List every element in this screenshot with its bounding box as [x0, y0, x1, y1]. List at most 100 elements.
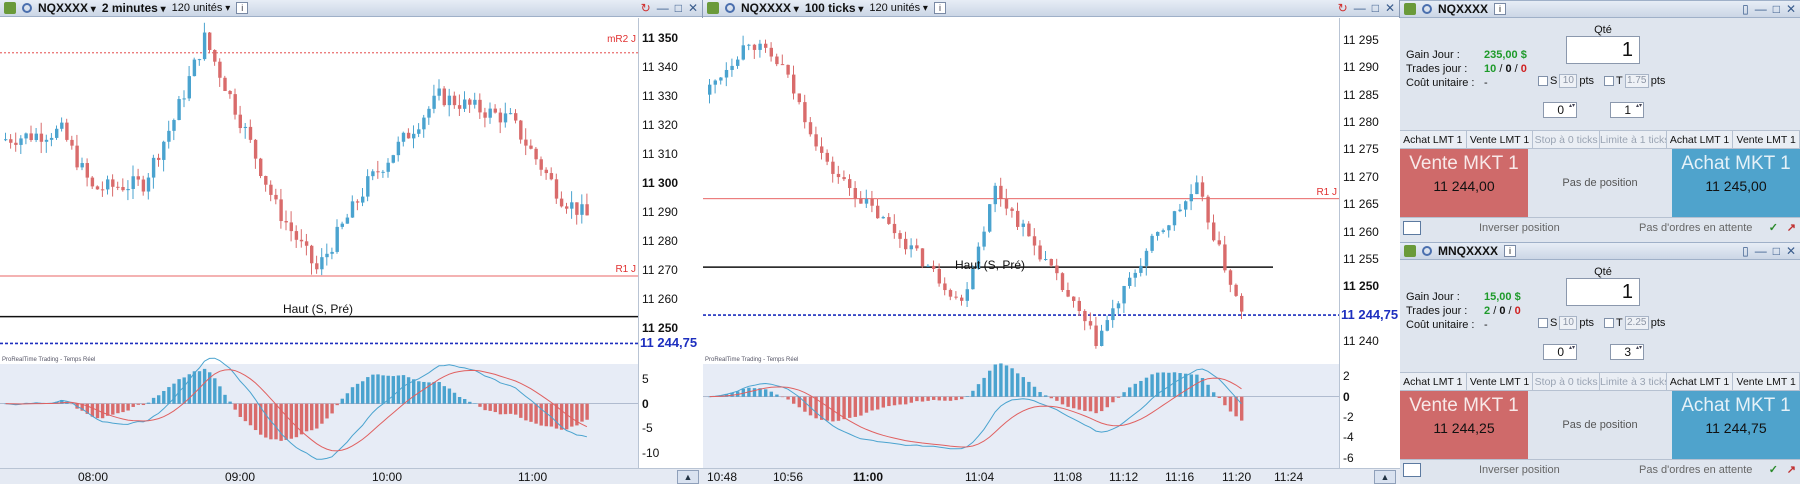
- ticker-select[interactable]: NQXXXX: [38, 1, 96, 15]
- grid-icon[interactable]: [1403, 462, 1421, 477]
- stop-option[interactable]: S 10 pts: [1538, 316, 1594, 330]
- macd-panel[interactable]: [703, 363, 1339, 468]
- link-icon[interactable]: [1404, 245, 1416, 257]
- grid-icon[interactable]: [1403, 220, 1421, 235]
- macd-histogram-bar: [926, 396, 930, 401]
- target-checkbox[interactable]: [1604, 318, 1614, 328]
- target-option[interactable]: T 2.25 pts: [1604, 316, 1665, 330]
- invert-position-button[interactable]: Inverser position: [1479, 464, 1589, 476]
- buy-market-button[interactable]: Achat MKT 1 11 244,75: [1672, 391, 1800, 459]
- minimize-icon[interactable]: —: [1755, 244, 1767, 258]
- maximize-icon[interactable]: □: [1773, 244, 1780, 258]
- period-select[interactable]: 2 minutes: [102, 1, 166, 15]
- buy-limit-button-right[interactable]: Achat LMT 1: [1667, 131, 1734, 148]
- sell-market-button[interactable]: Vente MKT 1 11 244,00: [1400, 149, 1528, 217]
- candle-body: [1178, 209, 1182, 212]
- check-icon[interactable]: ✓: [1769, 463, 1778, 476]
- price-chart[interactable]: mR2 J R1 J Haut (S, Pré) ProRealTime Tra…: [0, 18, 638, 363]
- stop-option[interactable]: S 10 pts: [1538, 74, 1594, 88]
- sell-limit-button[interactable]: Vente LMT 1: [1467, 373, 1534, 390]
- refresh-icon[interactable]: ↻: [641, 1, 651, 15]
- close-icon[interactable]: ✕: [1786, 2, 1796, 16]
- pin-icon[interactable]: ▯: [1742, 244, 1749, 258]
- candle-body: [39, 133, 44, 142]
- link-icon[interactable]: [1404, 3, 1416, 15]
- target-option[interactable]: T 1.75 pts: [1604, 74, 1665, 88]
- info-icon[interactable]: i: [236, 2, 249, 14]
- stop-ticks-stepper[interactable]: 0: [1543, 102, 1577, 118]
- buy-limit-button[interactable]: Achat LMT 1: [1400, 373, 1467, 390]
- qty-input[interactable]: 1: [1566, 36, 1640, 64]
- units-select[interactable]: 120 unités: [172, 2, 231, 14]
- chart-link-icon[interactable]: ↗: [1787, 463, 1796, 476]
- sync-icon[interactable]: [1422, 246, 1432, 256]
- check-icon[interactable]: ✓: [1769, 221, 1778, 234]
- macd-histogram-bar: [463, 399, 467, 404]
- buy-market-button[interactable]: Achat MKT 1 11 245,00: [1672, 149, 1800, 217]
- limit-ticks-stepper[interactable]: 3: [1610, 344, 1644, 360]
- stop-ticks-stepper[interactable]: 0: [1543, 344, 1577, 360]
- minimize-icon[interactable]: —: [1354, 1, 1366, 15]
- sell-limit-button-right[interactable]: Vente LMT 1: [1733, 131, 1800, 148]
- time-axis[interactable]: 08:00 09:00 10:00 11:00 ▲: [0, 468, 703, 484]
- stop-ticks-button[interactable]: Stop à 0 ticks: [1533, 131, 1601, 148]
- pin-icon[interactable]: ▯: [1742, 2, 1749, 16]
- target-checkbox[interactable]: [1604, 76, 1614, 86]
- ticker-select[interactable]: MNQXXXX: [1438, 244, 1498, 258]
- stop-ticks-button[interactable]: Stop à 0 ticks: [1533, 373, 1601, 390]
- sync-icon[interactable]: [22, 3, 32, 13]
- time-axis[interactable]: 10:48 10:56 11:00 11:04 11:08 11:12 11:16 11:20…: [703, 468, 1400, 484]
- macd-histogram-bar: [340, 398, 344, 404]
- link-icon[interactable]: [707, 2, 719, 14]
- refresh-icon[interactable]: ↻: [1338, 1, 1348, 15]
- sell-limit-button-right[interactable]: Vente LMT 1: [1733, 373, 1800, 390]
- limit-ticks-stepper[interactable]: 1: [1610, 102, 1644, 118]
- close-icon[interactable]: ✕: [1385, 1, 1395, 15]
- qty-input[interactable]: 1: [1566, 278, 1640, 306]
- buy-limit-button[interactable]: Achat LMT 1: [1400, 131, 1467, 148]
- ticker-select[interactable]: NQXXXX: [741, 1, 799, 15]
- price-axis[interactable]: 11 295 11 290 11 285 11 280 11 275 11 270 11 2…: [1339, 18, 1400, 468]
- zoom-icon[interactable]: ▲: [1374, 470, 1396, 484]
- candle-body: [780, 64, 785, 66]
- stop-value[interactable]: 10: [1559, 316, 1578, 330]
- info-icon[interactable]: i: [1504, 245, 1517, 257]
- target-value[interactable]: 2.25: [1624, 316, 1649, 330]
- units-select[interactable]: 120 unités: [869, 2, 928, 14]
- stop-value[interactable]: 10: [1559, 74, 1578, 88]
- close-icon[interactable]: ✕: [1786, 244, 1796, 258]
- sell-market-button[interactable]: Vente MKT 1 11 244,25: [1400, 391, 1528, 459]
- minimize-icon[interactable]: —: [657, 1, 669, 15]
- candle-body: [565, 206, 569, 209]
- limit-ticks-button[interactable]: Limite à 1 ticks: [1600, 131, 1667, 148]
- zoom-icon[interactable]: ▲: [677, 470, 699, 484]
- invert-position-button[interactable]: Inverser position: [1479, 222, 1589, 234]
- sell-limit-button[interactable]: Vente LMT 1: [1467, 131, 1534, 148]
- link-icon[interactable]: [4, 2, 16, 14]
- day-stats: Gain Jour :15,00 $ Trades jour :2 / 0 / …: [1406, 290, 1521, 332]
- buy-limit-button-right[interactable]: Achat LMT 1: [1667, 373, 1734, 390]
- price-chart[interactable]: R1 J Haut (S, Pré) ProRealTime Trading -…: [703, 18, 1339, 363]
- period-select[interactable]: 100 ticks: [805, 1, 864, 15]
- candle-body: [948, 290, 953, 297]
- info-icon[interactable]: i: [1494, 3, 1507, 15]
- candle-body: [162, 141, 166, 160]
- info-icon[interactable]: i: [933, 2, 946, 14]
- stop-checkbox[interactable]: [1538, 76, 1548, 86]
- maximize-icon[interactable]: □: [1773, 2, 1780, 16]
- stop-checkbox[interactable]: [1538, 318, 1548, 328]
- macd-histogram-bar: [213, 378, 217, 404]
- price-tick-label: 11 280: [1343, 115, 1379, 130]
- ticker-select[interactable]: NQXXXX: [1438, 2, 1488, 16]
- close-icon[interactable]: ✕: [688, 1, 698, 15]
- sync-icon[interactable]: [1422, 4, 1432, 14]
- price-axis[interactable]: 11 350 11 340 11 330 11 320 11 310 11 300 11 2…: [638, 18, 703, 468]
- chart-link-icon[interactable]: ↗: [1787, 221, 1796, 234]
- macd-panel[interactable]: [0, 357, 638, 468]
- minimize-icon[interactable]: —: [1755, 2, 1767, 16]
- maximize-icon[interactable]: □: [1372, 1, 1379, 15]
- maximize-icon[interactable]: □: [675, 1, 682, 15]
- sync-icon[interactable]: [725, 3, 735, 13]
- limit-ticks-button[interactable]: Limite à 3 ticks: [1600, 373, 1667, 390]
- target-value[interactable]: 1.75: [1624, 74, 1649, 88]
